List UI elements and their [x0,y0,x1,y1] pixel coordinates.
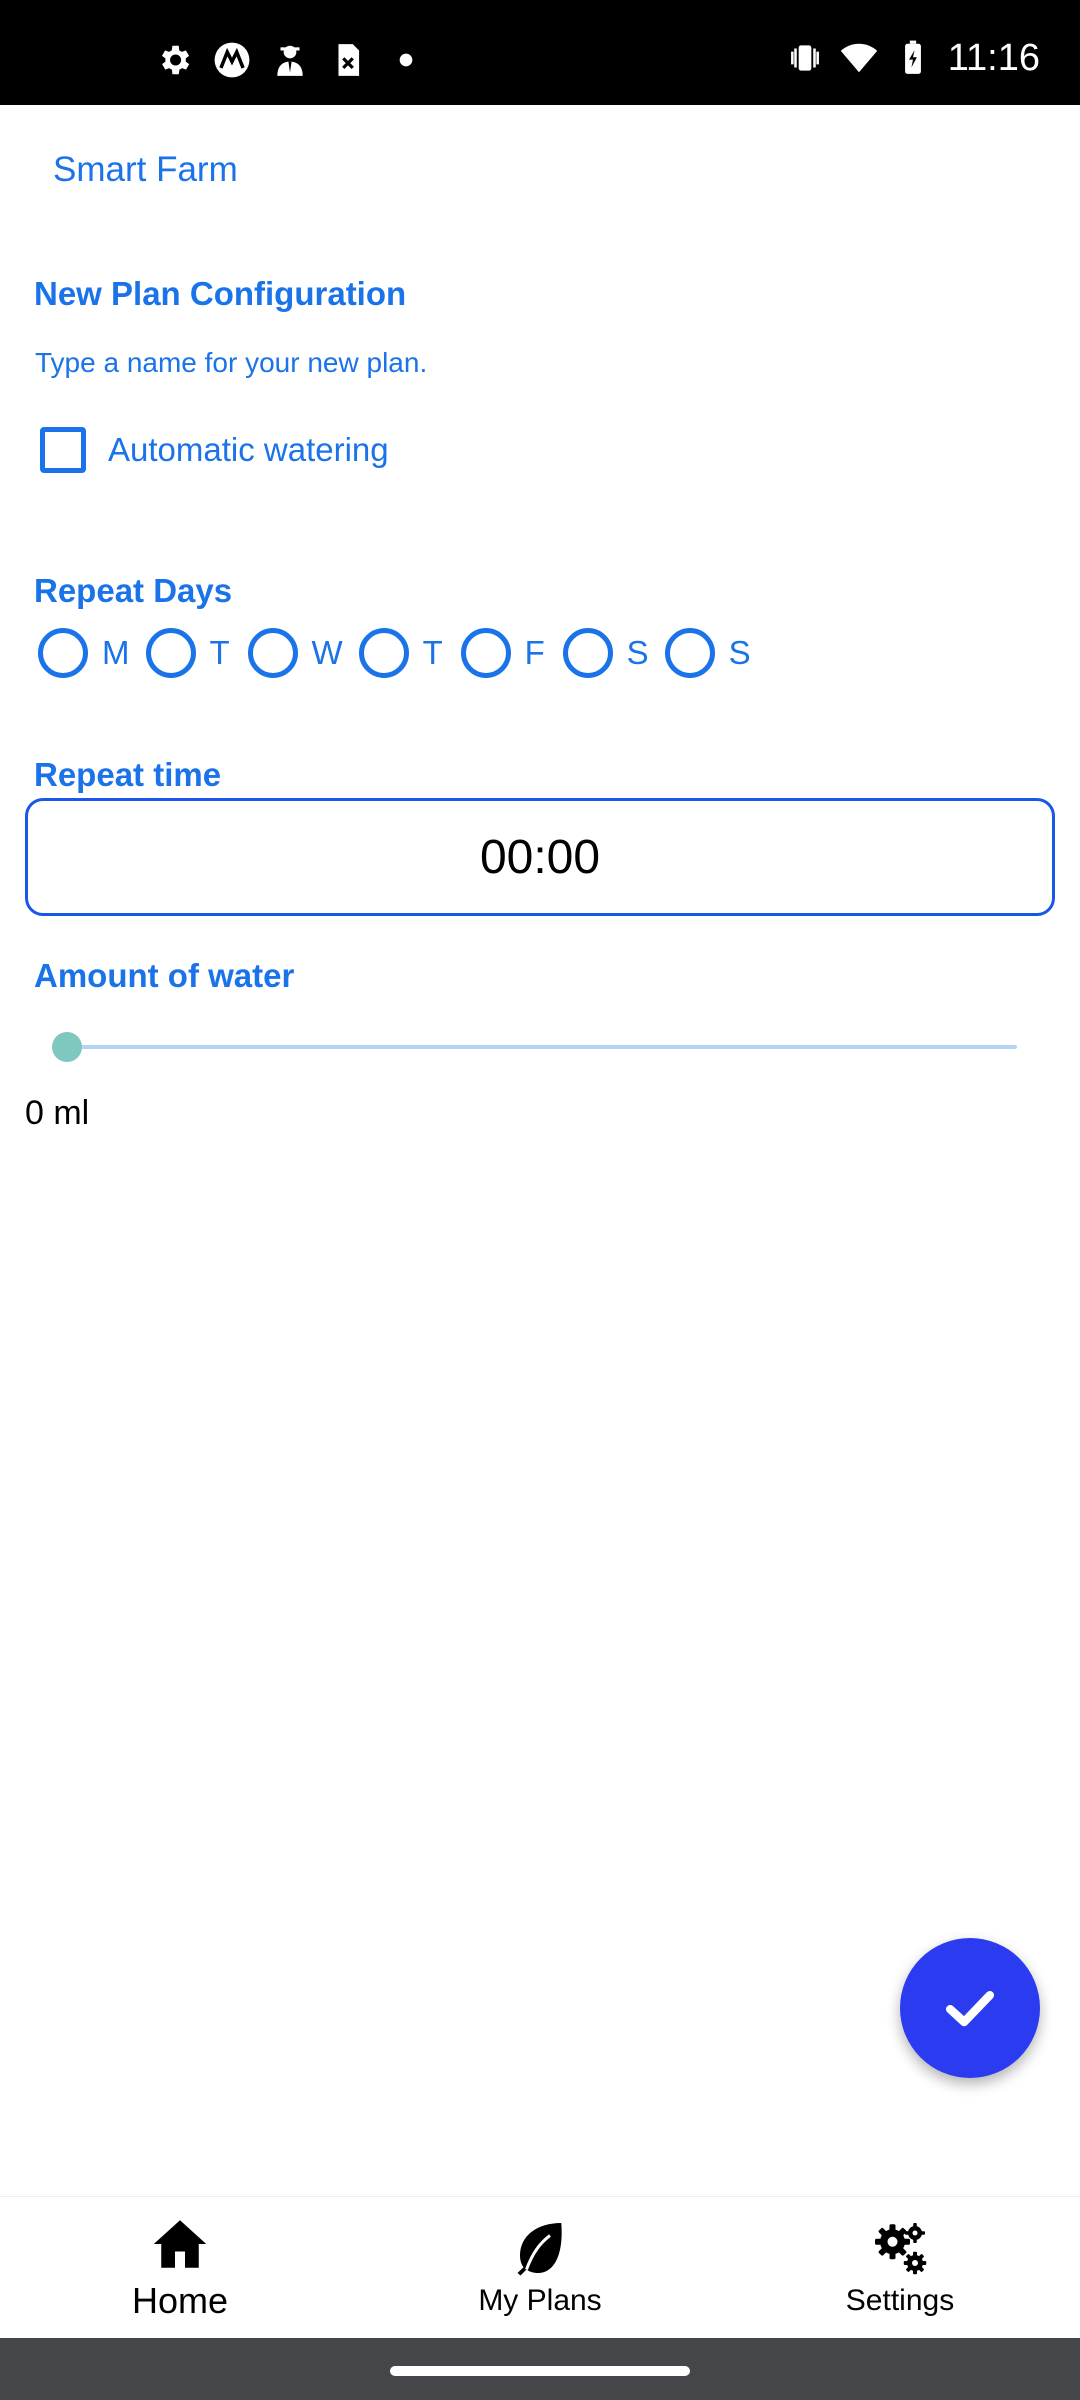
bottom-navigation: Home My Plans Settings [0,2196,1080,2338]
day-label[interactable]: S [627,634,649,672]
automatic-watering-row[interactable]: Automatic watering [40,425,389,475]
gears-icon [875,2222,927,2274]
app-title: Smart Farm [53,150,238,189]
form-heading: New Plan Configuration [34,275,407,312]
motorola-icon [214,42,250,78]
status-right-icons: 11:16 [786,30,1040,86]
status-time: 11:16 [947,36,1040,79]
home-icon [153,2219,207,2268]
wifi-icon [840,43,877,73]
day-radio[interactable] [460,628,511,678]
day-wednesday[interactable]: W [247,628,343,678]
status-left-icons [155,38,425,82]
day-label[interactable]: F [525,634,547,672]
day-radio[interactable] [358,628,409,678]
nav-settings-label[interactable]: Settings [846,2284,954,2318]
day-label[interactable]: T [210,634,232,672]
day-label[interactable]: S [729,634,751,672]
check-icon [945,1990,995,2027]
day-label[interactable]: M [102,634,130,672]
leaf-icon [517,2222,562,2275]
water-amount-slider[interactable] [52,1032,1017,1062]
plan-name-hint[interactable]: Type a name for your new plan. [35,347,427,379]
day-tuesday[interactable]: T [145,628,232,678]
day-radio[interactable] [247,628,298,678]
day-thursday[interactable]: T [358,628,445,678]
day-label[interactable]: T [423,634,445,672]
nav-my-plans[interactable]: My Plans [360,2197,720,2338]
repeat-days-row: M T W T F S S [38,628,767,678]
dot-icon [399,53,413,67]
settings-icon [161,45,190,75]
sim-icon [338,44,360,76]
automatic-watering-checkbox[interactable] [40,427,86,473]
repeat-days-title: Repeat Days [34,572,233,609]
day-saturday[interactable]: S [562,628,649,678]
slider-thumb[interactable] [52,1032,82,1062]
water-amount-value: 0 ml [25,1094,90,1132]
vibrate-icon [790,45,819,71]
repeat-time-field[interactable]: 00:00 [25,798,1055,916]
battery-icon [904,40,921,74]
agent-icon [277,45,303,76]
day-sunday[interactable]: S [664,628,751,678]
automatic-watering-label[interactable]: Automatic watering [108,431,389,469]
day-radio[interactable] [664,628,715,678]
day-friday[interactable]: F [460,628,547,678]
day-monday[interactable]: M [38,628,130,678]
repeat-time-title: Repeat time [34,756,222,793]
nav-my-plans-label[interactable]: My Plans [478,2284,601,2318]
status-bar: 11:16 [0,0,1080,105]
nav-settings[interactable]: Settings [720,2197,1080,2338]
nav-home[interactable]: Home [0,2197,360,2338]
system-gesture-bar [0,2338,1080,2400]
save-plan-button[interactable] [900,1938,1040,2078]
slider-track[interactable] [66,1045,1017,1049]
amount-of-water-title: Amount of water [34,957,295,994]
nav-home-label[interactable]: Home [132,2280,228,2322]
day-radio[interactable] [562,628,613,678]
gesture-handle[interactable] [390,2366,690,2376]
day-label[interactable]: W [312,634,343,672]
day-radio[interactable] [38,628,88,678]
day-radio[interactable] [145,628,196,678]
